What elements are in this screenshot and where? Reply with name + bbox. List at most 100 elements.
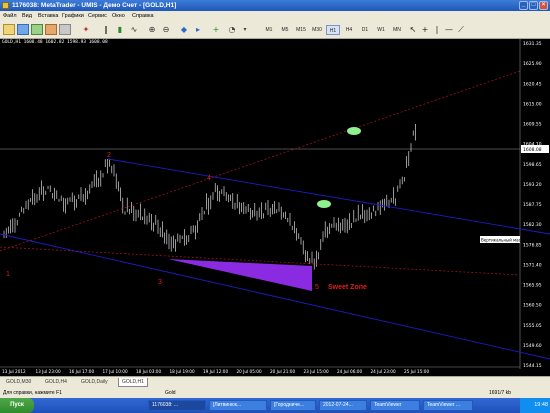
chart-tabs: GOLD,M30 GOLD,H4 GOLD,Daily GOLD,H1 — [0, 376, 550, 388]
zoom-out-icon[interactable]: ⊖ — [160, 24, 172, 35]
candlestick-icon[interactable]: ▮ — [114, 24, 126, 35]
timeframe-d1[interactable]: D1 — [358, 25, 372, 35]
price-tick-label: 1565.95 — [523, 283, 542, 289]
cursor-icon[interactable]: ↖ — [408, 24, 418, 35]
status-profile: Gold — [165, 390, 176, 396]
menu-tools[interactable]: Сервис — [88, 11, 107, 21]
tab-gold-h1[interactable]: GOLD,H1 — [118, 378, 148, 387]
task-teamviewer-2[interactable]: TeamViewer ... — [423, 400, 473, 411]
autoscroll-icon[interactable]: ▸ — [192, 24, 204, 35]
tab-gold-daily[interactable]: GOLD,Daily — [78, 378, 111, 387]
price-tick-label: 1587.75 — [523, 202, 542, 208]
timeframe-w1[interactable]: W1 — [374, 25, 388, 35]
price-tick-label: 1631.35 — [523, 41, 542, 47]
time-tick-label: 25 Jul 15:00 — [404, 369, 429, 374]
price-tick-label: 1620.45 — [523, 81, 542, 87]
price-tick-label: 1609.55 — [523, 122, 542, 128]
time-tick-label: 13 Jul 23:00 — [36, 369, 61, 374]
menu-view[interactable]: Вид — [22, 11, 32, 21]
task-metatrader[interactable]: 1176038: ... — [148, 400, 206, 411]
menu-window[interactable]: Окно — [112, 11, 125, 21]
chart-shift-icon[interactable]: ◆ — [178, 24, 190, 35]
indicators-icon[interactable]: + — [210, 24, 222, 35]
expert-advisors-icon[interactable]: ✦ — [80, 24, 92, 35]
trendline-icon[interactable]: ⟋ — [456, 24, 466, 35]
time-tick-label: 20 Jul 05:00 — [237, 369, 262, 374]
line-chart-icon[interactable]: ∿ — [128, 24, 140, 35]
task-2012-07-24[interactable]: 2012-07-24... — [319, 400, 367, 411]
minimize-button[interactable]: _ — [519, 1, 528, 10]
price-tick-label: 1598.65 — [523, 162, 542, 168]
status-bar: Для справки, нажмите F1 Gold 1691/7 kb — [0, 388, 550, 398]
menu-file[interactable]: Файл — [3, 11, 17, 21]
new-chart-icon[interactable] — [3, 24, 15, 35]
price-tick-label: 1604.10 — [523, 142, 542, 148]
timeframe-m30[interactable]: M30 — [310, 25, 324, 35]
target-ellipse-lower — [317, 200, 331, 208]
time-tick-label: 13 Jul 2012 — [2, 369, 26, 374]
tab-gold-m30[interactable]: GOLD,M30 — [3, 378, 34, 387]
price-tick-label: 1571.40 — [523, 262, 542, 268]
taskbar: Пуск 1176038: ... [Литвинюк... [Городнич… — [0, 398, 550, 413]
target-ellipse-upper — [347, 127, 361, 135]
rising-dotted-trendline — [0, 70, 521, 252]
start-button[interactable]: Пуск — [0, 398, 34, 413]
price-chart[interactable]: 1631.35 1625.90 1620.45 1615.00 1609.55 1604.… — [0, 39, 550, 376]
task-gorodniche[interactable]: [Городниче... — [270, 400, 316, 411]
timeframe-m1[interactable]: M1 — [262, 25, 276, 35]
vertical-line-icon[interactable]: | — [432, 24, 442, 35]
market-watch-icon[interactable] — [31, 24, 43, 35]
profiles-icon[interactable] — [17, 24, 29, 35]
point-label-3: 3 — [158, 279, 162, 286]
channel-upper-line — [107, 158, 550, 235]
chart-window[interactable]: GOLD,H1 1608.48 1602.82 1598.93 1608.08 … — [0, 39, 550, 376]
horizontal-line-icon[interactable]: — — [444, 24, 454, 35]
bar-chart-icon[interactable]: ‖ — [100, 24, 112, 35]
menu-bar: Файл Вид Вставка Графики Сервис Окно Спр… — [0, 11, 550, 21]
price-tick-label: 1576.85 — [523, 242, 542, 248]
menu-help[interactable]: Справка — [132, 11, 154, 21]
time-tick-label: 24 Jul 06:00 — [337, 369, 362, 374]
maximize-button[interactable]: □ — [529, 1, 538, 10]
task-litvinyuk[interactable]: [Литвинюк... — [209, 400, 267, 411]
app-icon — [2, 2, 9, 9]
price-bars — [3, 123, 416, 270]
periods-icon[interactable]: ◔ — [226, 24, 238, 35]
close-button[interactable]: × — [539, 1, 548, 10]
crosshair-icon[interactable]: + — [420, 24, 430, 35]
price-tick-label: 1555.05 — [523, 323, 542, 329]
scale-label-text: Вертикальный масштаб — [481, 238, 532, 243]
timeframe-h1[interactable]: H1 — [326, 25, 340, 35]
channel-lower-line — [0, 233, 550, 360]
time-tick-label: 17 Jul 10:00 — [103, 369, 128, 374]
point-label-5: 5 — [315, 284, 319, 291]
sweet-zone-triangle — [168, 259, 312, 291]
status-help: Для справки, нажмите F1 — [3, 390, 62, 396]
time-tick-label: 18 Jul 03:00 — [136, 369, 161, 374]
sweet-zone-label: Sweet Zone — [328, 284, 367, 291]
status-traffic: 1691/7 kb — [489, 390, 511, 396]
timeframe-h4[interactable]: H4 — [342, 25, 356, 35]
navigator-icon[interactable] — [45, 24, 57, 35]
title-bar: 1176038: MetaTrader - UMIS - Демо Счет -… — [0, 0, 550, 11]
timeframe-m15[interactable]: M15 — [294, 25, 308, 35]
price-tick-label: 1560.50 — [523, 303, 542, 309]
tab-gold-h4[interactable]: GOLD,H4 — [42, 378, 70, 387]
menu-insert[interactable]: Вставка — [38, 11, 58, 21]
timeframe-m5[interactable]: M5 — [278, 25, 292, 35]
zoom-in-icon[interactable]: ⊕ — [146, 24, 158, 35]
system-tray-clock: 19:48 — [520, 398, 550, 413]
time-tick-label: 16 Jul 17:00 — [69, 369, 94, 374]
timeframe-mn[interactable]: MN — [390, 25, 404, 35]
terminal-icon[interactable] — [59, 24, 71, 35]
price-tick-label: 1549.60 — [523, 343, 542, 349]
templates-icon[interactable]: ▾ — [240, 24, 250, 35]
window-controls: _ □ × — [519, 1, 548, 10]
toolbar: ✦ ‖ ▮ ∿ ⊕ ⊖ ◆ ▸ + ◔ ▾ M1 M5 M15 M30 H1 H… — [0, 21, 550, 39]
menu-charts[interactable]: Графики — [62, 11, 84, 21]
point-label-2: 2 — [107, 152, 111, 159]
price-tick-label: 1625.90 — [523, 61, 542, 67]
point-label-4: 4 — [207, 175, 211, 182]
current-price-label: 1608.08 — [523, 147, 542, 153]
task-teamviewer[interactable]: TeamViewer — [370, 400, 420, 411]
